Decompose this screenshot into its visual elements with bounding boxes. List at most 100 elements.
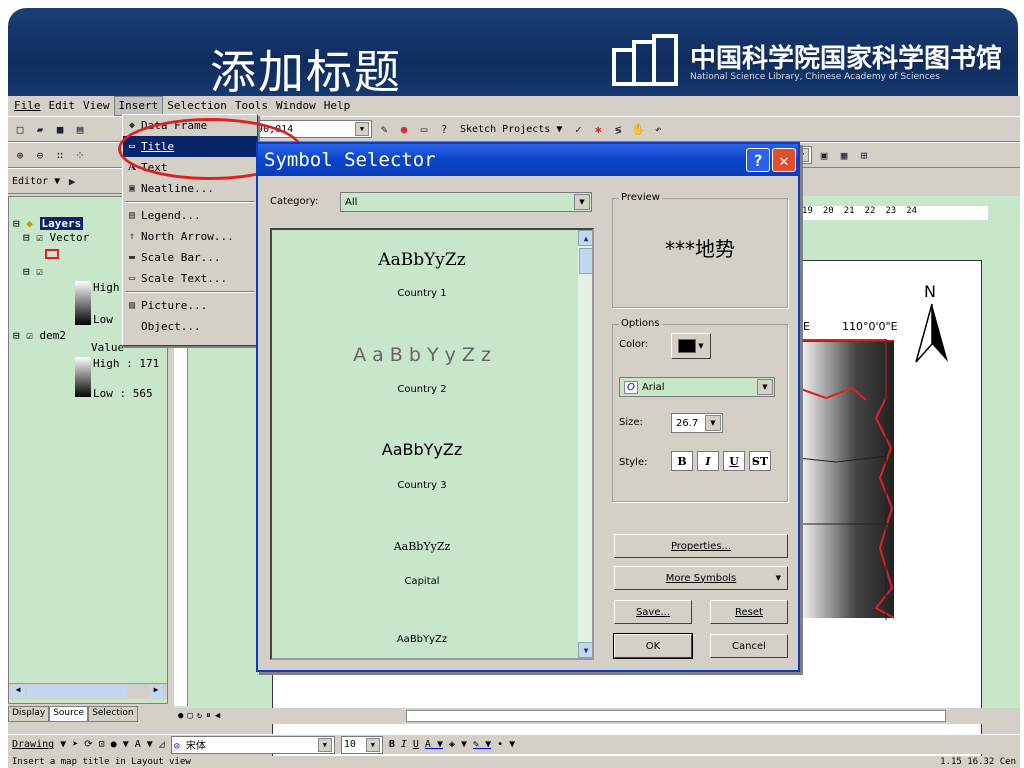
sketch-projects-menu[interactable]: Sketch Projects ▼ xyxy=(456,124,566,135)
tab-selection[interactable]: Selection xyxy=(88,706,138,722)
menu-view[interactable]: View xyxy=(79,97,114,115)
symbol-list[interactable]: AaBbYyZz Country 1 A a B b Y y Z z Count… xyxy=(270,228,594,660)
toc-layers[interactable]: ⊟ ◆ Layers xyxy=(13,217,84,230)
fill-color-icon[interactable]: ◈ ▼ xyxy=(449,739,467,750)
drawing-menu[interactable]: Drawing ▼ xyxy=(12,739,66,750)
menu-insert[interactable]: Insert xyxy=(113,96,164,116)
rectangle-icon[interactable]: ● ▼ xyxy=(111,739,129,750)
edit-vertices-icon[interactable]: ◿ xyxy=(159,739,165,750)
pause-icon[interactable]: ⏸ xyxy=(206,711,211,721)
sketch-tool-icon[interactable]: ✱ xyxy=(590,121,606,137)
menu-item-scale-text[interactable]: ▭ Scale Text... xyxy=(123,268,257,289)
north-arrow-icon[interactable] xyxy=(914,302,950,364)
toc-hscroll[interactable]: ◀ ▶ xyxy=(9,683,167,699)
ok-button[interactable]: OK xyxy=(613,633,693,659)
page-icon[interactable]: ▣ xyxy=(816,147,832,163)
font-size-combo[interactable]: 10 ▼ xyxy=(340,735,383,754)
layout-view-icon[interactable]: ▢ xyxy=(187,711,192,721)
menu-item-object[interactable]: Object... xyxy=(123,316,257,337)
open-folder-icon[interactable]: ▰ xyxy=(32,121,48,137)
whats-this-icon[interactable]: ? xyxy=(436,121,452,137)
select-arrow-icon[interactable]: ➤ xyxy=(72,739,78,750)
properties-button[interactable]: Properties... xyxy=(614,534,788,558)
fixed-zoom-in-icon[interactable]: ∷ xyxy=(52,147,68,163)
font-combo[interactable]: ⊘ 宋体 ▼ xyxy=(170,735,335,754)
menu-item-north-arrow[interactable]: ⇑ North Arrow... xyxy=(123,226,257,247)
undo-icon[interactable]: ↶ xyxy=(650,121,666,137)
arctoolbox-icon[interactable]: ● xyxy=(396,121,412,137)
scroll-right-icon[interactable]: ▶ xyxy=(149,685,163,698)
scroll-up-icon[interactable]: ▲ xyxy=(578,230,592,246)
vector-symbol[interactable] xyxy=(45,249,59,259)
print-icon[interactable]: ▤ xyxy=(72,121,88,137)
editor-menu[interactable]: Editor ▼ xyxy=(12,176,60,187)
menu-edit[interactable]: Edit xyxy=(45,97,80,115)
tab-source[interactable]: Source xyxy=(49,706,89,722)
menu-file[interactable]: File xyxy=(10,97,45,115)
symbol-sample[interactable]: AaBbYyZz xyxy=(272,540,572,553)
menu-selection[interactable]: Selection xyxy=(163,97,231,115)
editor-toolbar-icon[interactable]: ✎ xyxy=(376,121,392,137)
font-color-icon[interactable]: A ▼ xyxy=(425,739,443,750)
zoom-in-icon[interactable]: ⊕ xyxy=(12,147,28,163)
layout-hscroll[interactable] xyxy=(406,710,946,722)
toc-dem2[interactable]: ⊟ ☑ dem2 xyxy=(13,329,66,342)
task-icon[interactable]: ≶ xyxy=(610,121,626,137)
italic-icon[interactable]: I xyxy=(401,739,407,750)
close-button[interactable]: ✕ xyxy=(772,148,796,172)
symbol-list-scrollbar[interactable]: ▲ ▼ xyxy=(578,230,592,658)
toc-vector[interactable]: ⊟ ☑ Vector xyxy=(23,231,89,244)
menu-help[interactable]: Help xyxy=(320,97,355,115)
scroll-thumb[interactable] xyxy=(579,248,592,274)
save-icon[interactable]: ■ xyxy=(52,121,68,137)
font-select[interactable]: O Arial ▼ xyxy=(619,377,775,397)
data-view-icon[interactable]: ● xyxy=(178,711,183,721)
menu-item-scale-bar[interactable]: ▬ Scale Bar... xyxy=(123,247,257,268)
underline-icon[interactable]: U xyxy=(413,739,419,750)
menu-tools[interactable]: Tools xyxy=(231,97,272,115)
zoom-to-icon[interactable]: ⊡ xyxy=(99,739,105,750)
save-button[interactable]: Save... xyxy=(614,600,692,624)
zoom-out-icon[interactable]: ⊖ xyxy=(32,147,48,163)
edit-tool-icon[interactable]: ✓ xyxy=(570,121,586,137)
symbol-sample[interactable]: AaBbYyZz xyxy=(272,634,572,645)
symbol-sample[interactable]: AaBbYyZz xyxy=(272,250,572,270)
cancel-button[interactable]: Cancel xyxy=(710,634,788,658)
dialog-title-bar[interactable]: Symbol Selector ? ✕ xyxy=(258,144,798,176)
help-button[interactable]: ? xyxy=(746,148,770,172)
underline-button[interactable]: U xyxy=(723,451,745,471)
layout-icon[interactable]: ⊞ xyxy=(856,147,872,163)
text-tool-icon[interactable]: A ▼ xyxy=(135,739,153,750)
color-picker-button[interactable]: ▼ xyxy=(671,333,711,359)
pan-hand-icon[interactable]: ✋ xyxy=(630,121,646,137)
scroll-left-icon[interactable]: ◀ xyxy=(215,711,220,721)
marker-color-icon[interactable]: • ▼ xyxy=(497,739,515,750)
menu-item-legend[interactable]: ▤ Legend... xyxy=(123,205,257,226)
bold-button[interactable]: B xyxy=(671,451,693,471)
italic-button[interactable]: I xyxy=(697,451,719,471)
toc-raster[interactable]: ⊟ ☑ xyxy=(23,265,43,278)
scroll-thumb[interactable] xyxy=(27,685,127,698)
category-select[interactable]: All ▼ xyxy=(340,192,592,212)
tab-display[interactable]: Display xyxy=(8,706,50,722)
line-color-icon[interactable]: ✎ ▼ xyxy=(473,739,491,750)
symbol-sample[interactable]: A a B b Y y Z z xyxy=(272,344,572,366)
symbol-sample[interactable]: AaBbYyZz xyxy=(272,440,572,459)
size-combo[interactable]: 26.7 ▼ xyxy=(671,413,723,433)
reset-button[interactable]: Reset xyxy=(710,600,788,624)
toggle-draft-icon[interactable]: ▦ xyxy=(836,147,852,163)
menu-window[interactable]: Window xyxy=(272,97,320,115)
command-line-icon[interactable]: ▭ xyxy=(416,121,432,137)
bold-icon[interactable]: B xyxy=(389,739,395,750)
edit-arrow-icon[interactable]: ▶ xyxy=(64,173,80,189)
menu-item-picture[interactable]: ▨ Picture... xyxy=(123,295,257,316)
refresh-icon[interactable]: ↻ xyxy=(197,711,202,721)
scroll-left-icon[interactable]: ◀ xyxy=(11,685,25,698)
new-icon[interactable]: □ xyxy=(12,121,28,137)
fixed-zoom-out-icon[interactable]: ⁘ xyxy=(72,147,88,163)
menu-item-neatline[interactable]: ▣ Neatline... xyxy=(123,178,257,199)
strikethrough-button[interactable]: S̶T xyxy=(749,451,771,471)
rotate-icon[interactable]: ⟳ xyxy=(84,739,92,750)
more-symbols-button[interactable]: More Symbols ▼ xyxy=(614,566,788,590)
scroll-down-icon[interactable]: ▼ xyxy=(578,642,592,658)
